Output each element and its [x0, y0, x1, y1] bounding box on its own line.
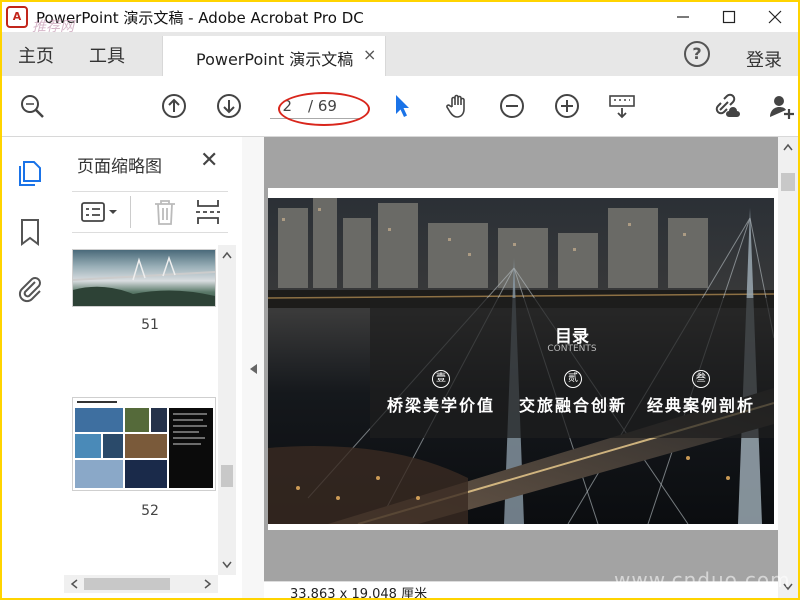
scroll-up-icon[interactable] — [783, 143, 793, 151]
panel-title: 页面缩略图 — [77, 157, 162, 177]
item-badge: 叁 — [692, 370, 710, 388]
thumbnail-list: 51 52 — [58, 245, 218, 575]
thumbnail-options-icon[interactable] — [80, 200, 118, 224]
login-button[interactable]: 登录 — [746, 46, 782, 72]
page-size-readout: 33.863 x 19.048 厘米 — [290, 587, 428, 598]
delete-page-icon[interactable] — [152, 198, 178, 226]
insert-page-icon[interactable] — [194, 198, 222, 226]
scroll-right-icon[interactable] — [204, 579, 212, 589]
zoom-in-icon[interactable] — [553, 92, 581, 120]
main-toolbar: 2 / 69 — [2, 76, 798, 137]
help-icon[interactable]: ? — [684, 41, 710, 67]
annotation-ellipse — [278, 92, 370, 126]
acrobat-logo-icon: A — [6, 6, 28, 28]
contents-overlay: 目录 CONTENTS 壹 桥梁美学价值 贰 交旅融合创新 叁 经典案例剖析 — [370, 298, 774, 438]
item-badge: 壹 — [432, 370, 450, 388]
keyboard-icon[interactable] — [608, 92, 636, 120]
thumbnail-page-52[interactable] — [72, 397, 216, 491]
thumbnail-toolbar — [72, 191, 228, 233]
document-vertical-scrollbar[interactable] — [778, 137, 798, 598]
hand-icon[interactable] — [444, 92, 472, 120]
scroll-down-icon[interactable] — [222, 561, 232, 569]
item-badge: 贰 — [564, 370, 582, 388]
page-thumbnails-icon[interactable] — [16, 159, 44, 187]
tab-document[interactable]: PowerPoint 演示文稿 × — [162, 36, 386, 76]
item-label: 经典案例剖析 — [646, 396, 755, 415]
select-cursor-icon[interactable] — [388, 92, 416, 120]
minimize-button[interactable] — [660, 2, 706, 32]
close-icon — [768, 10, 782, 24]
contents-item-3: 叁 经典案例剖析 — [636, 370, 766, 416]
thumbnail-page-51[interactable] — [72, 249, 216, 307]
watermark-bottom: www.cnduo.com — [614, 568, 791, 592]
acrobat-window: A PowerPoint 演示文稿 - Adobe Acrobat Pro DC… — [2, 2, 798, 598]
panel-close-button[interactable]: ✕ — [200, 148, 218, 173]
tab-close-button[interactable]: × — [363, 45, 376, 64]
close-window-button[interactable] — [752, 2, 798, 32]
panel-collapse-handle[interactable] — [242, 137, 265, 598]
thumbnail-52-image — [73, 398, 215, 490]
thumbnail-51-image — [72, 255, 216, 306]
tab-tools[interactable]: 工具 — [89, 42, 125, 68]
tab-home[interactable]: 主页 — [18, 42, 54, 68]
bookmark-icon[interactable] — [16, 217, 44, 247]
thumbnail-number: 51 — [141, 317, 159, 333]
title-bar: A PowerPoint 演示文稿 - Adobe Acrobat Pro DC… — [2, 2, 798, 35]
share-link-icon[interactable] — [714, 92, 742, 120]
collapse-arrow-icon — [250, 364, 257, 374]
scroll-up-icon[interactable] — [222, 251, 232, 259]
toolbar-divider — [130, 196, 131, 228]
document-tab-label: PowerPoint 演示文稿 — [196, 50, 354, 69]
minimize-icon — [677, 16, 689, 18]
thumbnail-number: 52 — [141, 503, 159, 519]
contents-item-2: 贰 交旅融合创新 — [508, 370, 638, 416]
slide-subtitle: CONTENTS — [547, 344, 597, 354]
page-down-icon[interactable] — [215, 92, 243, 120]
thumbnail-vertical-scrollbar[interactable] — [218, 245, 236, 575]
zoom-out-icon[interactable] — [498, 92, 526, 120]
item-label: 桥梁美学价值 — [386, 396, 495, 415]
attachment-icon[interactable] — [15, 273, 45, 303]
scrollbar-thumb[interactable] — [221, 465, 233, 487]
thumbnail-horizontal-scrollbar[interactable] — [64, 575, 218, 593]
scroll-left-icon[interactable] — [70, 579, 78, 589]
page-thumbnails-panel: 页面缩略图 ✕ 51 52 — [58, 137, 243, 598]
add-user-icon[interactable] — [767, 92, 795, 120]
left-navigation-rail — [2, 137, 59, 598]
maximize-icon — [722, 10, 736, 24]
page-up-icon[interactable] — [160, 92, 188, 120]
tab-row: 主页 工具 PowerPoint 演示文稿 × ? 登录 — [2, 32, 798, 77]
item-label: 交旅融合创新 — [518, 396, 627, 415]
maximize-button[interactable] — [706, 2, 752, 32]
scrollbar-thumb[interactable] — [84, 578, 170, 590]
search-icon[interactable] — [18, 92, 46, 120]
window-title: PowerPoint 演示文稿 - Adobe Acrobat Pro DC — [36, 9, 364, 27]
scrollbar-thumb[interactable] — [781, 173, 795, 191]
contents-item-1: 壹 桥梁美学价值 — [376, 370, 506, 416]
